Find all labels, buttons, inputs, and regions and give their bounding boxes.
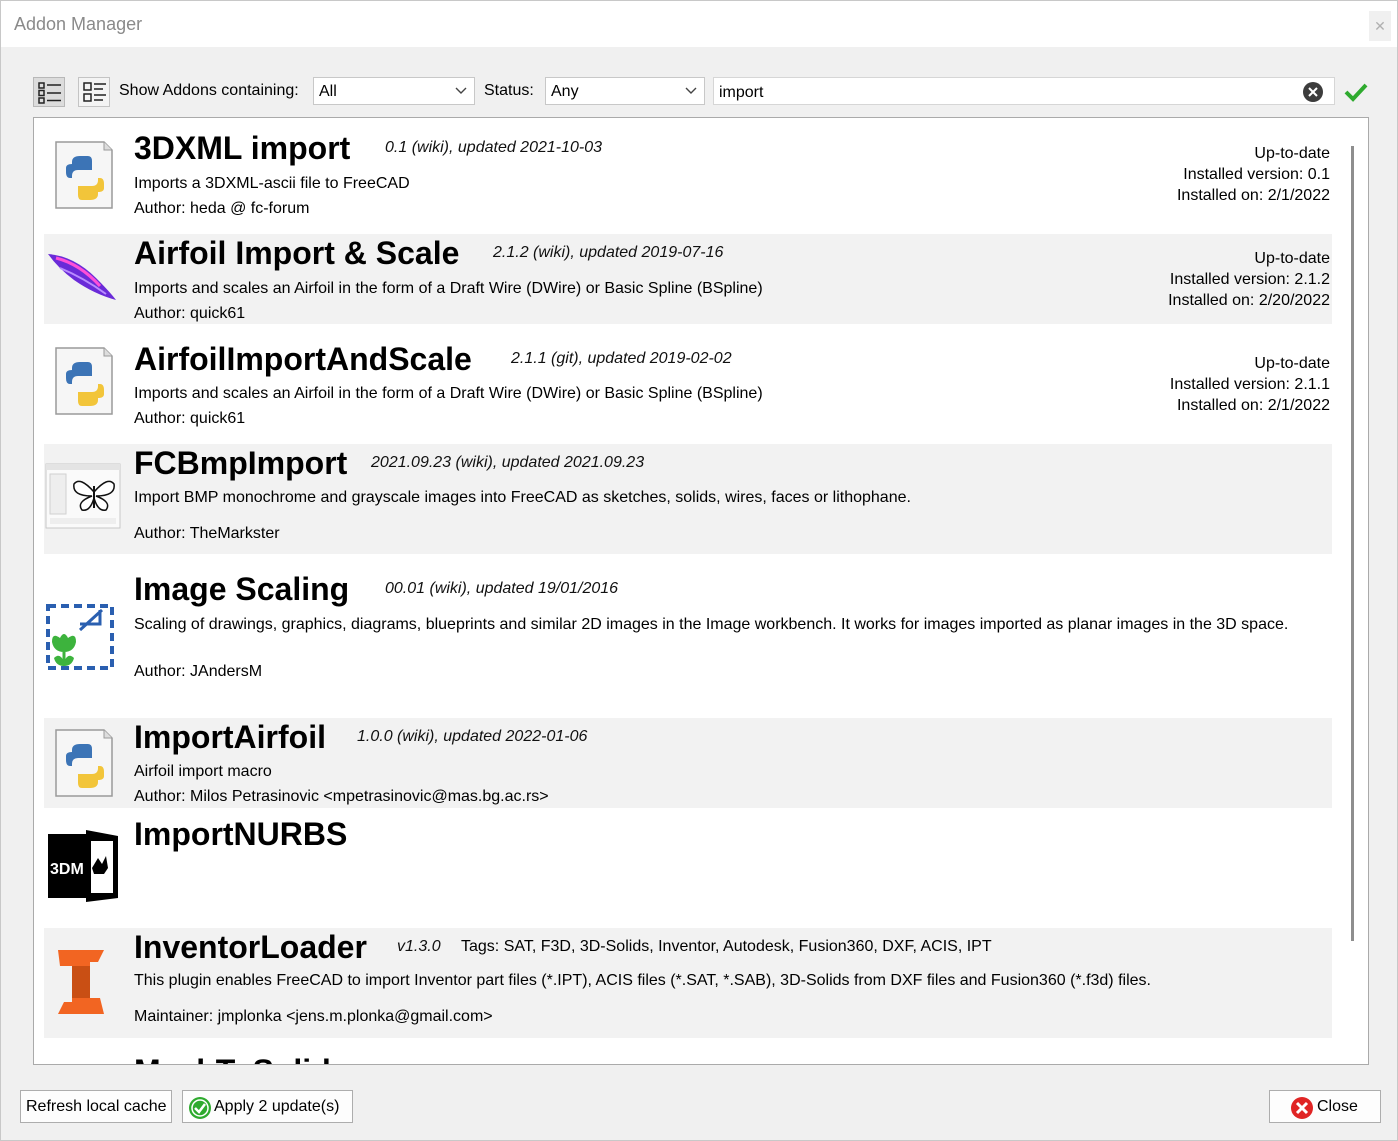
addon-description: Airfoil import macro: [134, 763, 272, 780]
apply-updates-label: Apply 2 update(s): [214, 1098, 340, 1115]
installed-on: Installed on: 2/20/2022: [1168, 292, 1330, 309]
show-addons-select[interactable]: All: [313, 77, 475, 105]
status-value: Any: [551, 83, 579, 100]
addon-description: This plugin enables FreeCAD to import In…: [134, 972, 1151, 989]
addon-name: Image Scaling: [134, 571, 350, 607]
addon-row-airfoil-import-scale[interactable]: Airfoil Import & Scale 2.1.2 (wiki), upd…: [44, 234, 1332, 324]
chevron-down-icon: [455, 87, 467, 94]
addon-row-importairfoil[interactable]: ImportAirfoil 1.0.0 (wiki), updated 2022…: [44, 718, 1332, 808]
addon-row-image-scaling[interactable]: Image Scaling 00.01 (wiki), updated 19/0…: [44, 556, 1332, 716]
addon-description: Import BMP monochrome and grayscale imag…: [134, 489, 911, 506]
addon-description: Imports and scales an Airfoil in the for…: [134, 280, 763, 297]
addon-status: Up-to-date Installed version: 0.1 Instal…: [1177, 143, 1330, 206]
close-button[interactable]: Close: [1269, 1090, 1381, 1123]
addon-name: FCBmpImport: [134, 445, 348, 481]
addon-row-importnurbs[interactable]: 3DM ImportNURBS: [44, 810, 1332, 926]
show-addons-label: Show Addons containing:: [119, 82, 299, 99]
addon-version: v1.3.0: [397, 938, 441, 955]
clear-search-icon[interactable]: [1302, 81, 1324, 103]
addon-status: Up-to-date Installed version: 2.1.2 Inst…: [1168, 248, 1330, 311]
status-text: Up-to-date: [1254, 355, 1330, 372]
3dm-rhino-icon: 3DM: [48, 830, 118, 902]
image-scaling-icon: [46, 604, 114, 670]
addon-version: 00.01 (wiki), updated 19/01/2016: [385, 580, 619, 597]
addon-name: Airfoil Import & Scale: [134, 235, 460, 271]
addon-author: Author: JAndersM: [134, 663, 263, 680]
addon-list[interactable]: 3DXML import 0.1 (wiki), updated 2021-10…: [33, 117, 1369, 1065]
installed-on: Installed on: 2/1/2022: [1176, 187, 1330, 204]
installed-version: Installed version: 2.1.2: [1169, 271, 1330, 288]
status-text: Up-to-date: [1254, 250, 1330, 267]
addon-name: InventorLoader: [134, 929, 367, 965]
addon-tags: Tags: SAT, F3D, 3D-Solids, Inventor, Aut…: [461, 938, 992, 955]
addon-row-airfoilimportandscale[interactable]: AirfoilImportAndScale 2.1.1 (git), updat…: [44, 326, 1332, 442]
addon-row-3dxml-import[interactable]: 3DXML import 0.1 (wiki), updated 2021-10…: [44, 118, 1332, 230]
addon-author: Maintainer: jmplonka <jens.m.plonka@gmai…: [134, 1008, 493, 1025]
addon-description: Scaling of drawings, graphics, diagrams,…: [134, 616, 1289, 633]
addon-version: 2.1.1 (git), updated 2019-02-02: [511, 350, 732, 367]
addon-manager-window: Addon Manager ✕ Show Addons containing: …: [0, 0, 1398, 1141]
title-bar: Addon Manager ✕: [1, 1, 1397, 47]
python-macro-icon: [55, 347, 113, 415]
python-macro-icon: [55, 141, 113, 209]
inventor-icon: [58, 950, 104, 1014]
refresh-cache-label: Refresh local cache: [26, 1098, 167, 1115]
addon-version: 0.1 (wiki), updated 2021-10-03: [385, 139, 603, 156]
addon-row-fcbmpimport[interactable]: FCBmpImport 2021.09.23 (wiki), updated 2…: [44, 444, 1332, 554]
show-addons-value: All: [319, 83, 337, 100]
status-text: Up-to-date: [1254, 145, 1330, 162]
butterfly-icon: [45, 463, 121, 529]
addon-version: 2021.09.23 (wiki), updated 2021.09.23: [371, 454, 645, 471]
apply-updates-button[interactable]: Apply 2 update(s): [182, 1090, 353, 1123]
detailed-view-button[interactable]: [33, 77, 65, 107]
addon-name: ImportNURBS: [134, 816, 348, 852]
installed-version: Installed version: 0.1: [1183, 166, 1330, 183]
addon-row-partial[interactable]: MeshToSolid: [44, 1040, 1332, 1064]
addon-version: 1.0.0 (wiki), updated 2022-01-06: [357, 728, 588, 745]
list-scrollbar[interactable]: [1351, 146, 1354, 941]
list-compact-icon: [83, 82, 106, 102]
addon-author: Author: quick61: [134, 305, 246, 322]
addon-name: AirfoilImportAndScale: [134, 341, 472, 377]
window-title: Addon Manager: [14, 14, 143, 34]
refresh-cache-button[interactable]: Refresh local cache: [20, 1090, 172, 1123]
close-icon: [1291, 1097, 1313, 1119]
search-value: import: [719, 84, 764, 101]
addon-author: Author: heda @ fc-forum: [134, 200, 310, 217]
python-macro-icon: [55, 729, 113, 797]
status-label: Status:: [484, 82, 534, 99]
search-input[interactable]: import: [713, 77, 1335, 105]
addon-author: Author: quick61: [134, 410, 246, 427]
installed-on: Installed on: 2/1/2022: [1176, 397, 1330, 414]
filter-toolbar: Show Addons containing: All Status: Any …: [1, 71, 1397, 113]
chevron-down-icon: [685, 87, 697, 94]
close-label: Close: [1317, 1098, 1358, 1115]
3dm-icon-label: 3DM: [50, 861, 84, 878]
addon-row-inventorloader[interactable]: InventorLoader v1.3.0 Tags: SAT, F3D, 3D…: [44, 928, 1332, 1038]
addon-version: 2.1.2 (wiki), updated 2019-07-16: [493, 244, 724, 261]
installed-version: Installed version: 2.1.1: [1169, 376, 1330, 393]
airfoil-icon: [48, 254, 116, 300]
list-detailed-icon: [38, 82, 61, 104]
addon-status: Up-to-date Installed version: 2.1.1 Inst…: [1170, 353, 1330, 416]
compact-view-button[interactable]: [78, 77, 110, 107]
addon-name: MeshToSolid: [134, 1053, 331, 1064]
search-valid-check-icon: [1344, 83, 1368, 102]
addon-description: Imports and scales an Airfoil in the for…: [134, 385, 763, 402]
status-select[interactable]: Any: [545, 77, 705, 105]
addon-author: Author: TheMarkster: [134, 525, 280, 542]
addon-name: 3DXML import: [134, 130, 351, 166]
addon-name: ImportAirfoil: [134, 719, 326, 755]
addon-description: Imports a 3DXML-ascii file to FreeCAD: [134, 175, 410, 192]
bottom-button-bar: Refresh local cache Apply 2 update(s) Cl…: [1, 1081, 1397, 1141]
addon-author: Author: Milos Petrasinovic <mpetrasinovi…: [134, 788, 549, 805]
window-close-button[interactable]: ✕: [1369, 11, 1391, 41]
checkmark-circle-icon: [189, 1097, 211, 1119]
